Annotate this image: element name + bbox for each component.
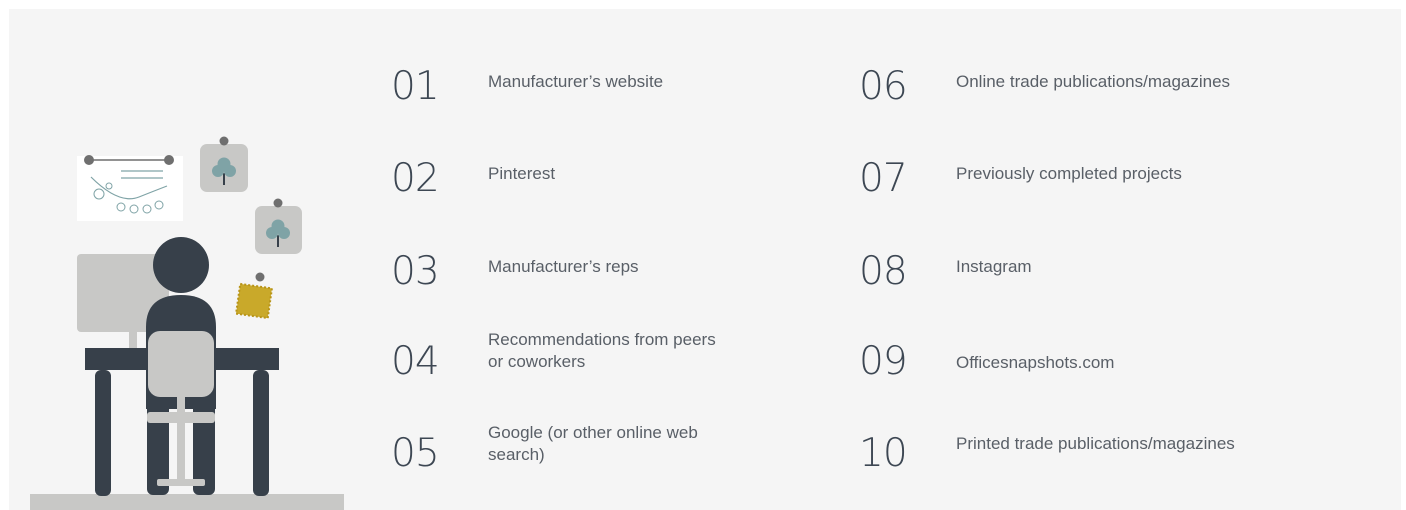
content-panel: 01 Manufacturer’s website 02 Pinterest 0… bbox=[9, 9, 1401, 510]
item-label: Pinterest bbox=[488, 164, 556, 183]
item-number: 06 bbox=[859, 64, 908, 109]
item-label: Officesnapshots.com bbox=[956, 353, 1115, 372]
item-label: Manufacturer’s reps bbox=[488, 257, 639, 276]
item-label: Manufacturer’s website bbox=[488, 72, 664, 91]
whiteboard-icon bbox=[77, 155, 183, 221]
item-label: Previously completed projects bbox=[956, 164, 1182, 183]
item-label: Google (or other online web search) bbox=[488, 423, 698, 464]
item-number: 05 bbox=[391, 431, 440, 476]
item-number: 04 bbox=[391, 339, 440, 384]
tree-card-icon bbox=[200, 136, 248, 192]
item-number: 01 bbox=[391, 64, 440, 109]
tree-card-icon bbox=[255, 198, 302, 254]
item-number: 02 bbox=[391, 156, 440, 201]
item-number: 08 bbox=[859, 249, 908, 294]
item-number: 09 bbox=[859, 339, 908, 384]
item-number: 03 bbox=[391, 249, 440, 294]
item-label: Instagram bbox=[956, 257, 1032, 276]
item-number: 10 bbox=[859, 431, 908, 476]
item-number: 07 bbox=[859, 156, 908, 201]
fabric-swatch-icon bbox=[234, 272, 274, 320]
item-label: Printed trade publications/magazines bbox=[956, 434, 1235, 453]
item-label: Online trade publications/magazines bbox=[956, 72, 1231, 91]
item-label: Recommendations from peers or coworkers bbox=[488, 330, 716, 371]
